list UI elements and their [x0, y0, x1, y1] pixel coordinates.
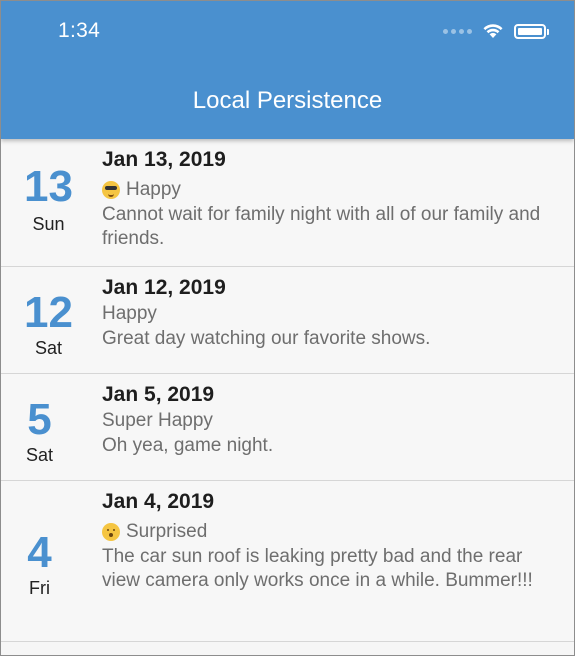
mood-label: Happy [126, 179, 181, 200]
list-item[interactable]: 12 Sat Jan 12, 2019 Happy Great day watc… [1, 267, 574, 374]
list-item[interactable]: 13 Sun Jan 13, 2019 Happy Cannot wait fo… [1, 139, 574, 267]
entry-mood: Happy [102, 178, 564, 202]
day-name: Sat [34, 338, 63, 358]
entry-date: Jan 12, 2019 [102, 276, 226, 299]
battery-icon [514, 23, 549, 39]
mood-label: Surprised [126, 521, 208, 542]
day-number: 4 [27, 528, 52, 577]
entry-content: Jan 12, 2019 Happy Great day watching ou… [102, 273, 564, 351]
day-number: 13 [24, 162, 73, 211]
mood-label: Happy [102, 303, 157, 324]
entry-note: Oh yea, game night. [102, 435, 274, 456]
list-item[interactable]: 5 Sat Jan 5, 2019 Super Happy Oh yea, ga… [1, 374, 574, 481]
app-screen: 1:34 Local Persistence 13 Sun Jan 13, 20… [0, 0, 575, 656]
day-number: 12 [24, 288, 73, 337]
page-title: Local Persistence [192, 87, 383, 114]
day-name: Sun [32, 214, 65, 234]
entry-note: Cannot wait for family night with all of… [102, 204, 541, 249]
day-name: Fri [29, 578, 50, 598]
status-icons [443, 23, 549, 39]
date-column: 12 Sat [1, 267, 101, 373]
date-column: 4 Fri [1, 481, 101, 641]
list-item[interactable]: 4 Fri Jan 4, 2019 Surprised The car sun … [1, 481, 574, 642]
app-bar: 1:34 Local Persistence [1, 1, 574, 139]
day-name: Sat [25, 445, 54, 465]
entry-mood: Surprised [102, 520, 564, 544]
entry-content: Jan 4, 2019 Surprised The car sun roof i… [102, 487, 564, 593]
surprised-emoji-icon [102, 523, 120, 541]
wifi-icon [483, 24, 503, 38]
entry-mood: Happy [102, 302, 564, 326]
date-column: 5 Sat [1, 374, 101, 480]
entry-mood: Super Happy [102, 409, 564, 433]
entry-content: Jan 5, 2019 Super Happy Oh yea, game nig… [102, 380, 564, 458]
day-number: 5 [27, 395, 52, 444]
mood-label: Super Happy [102, 410, 213, 431]
entry-date: Jan 13, 2019 [102, 148, 226, 171]
entry-date: Jan 4, 2019 [102, 490, 215, 513]
entry-content: Jan 13, 2019 Happy Cannot wait for famil… [102, 145, 564, 251]
cellular-signal-icon [443, 28, 472, 34]
status-time: 1:34 [58, 19, 101, 42]
entry-note: Great day watching our favorite shows. [102, 328, 431, 349]
entries-list[interactable]: 13 Sun Jan 13, 2019 Happy Cannot wait fo… [1, 139, 574, 642]
sunglasses-emoji-icon [102, 181, 120, 199]
entry-note: The car sun roof is leaking pretty bad a… [102, 546, 533, 591]
entry-date: Jan 5, 2019 [102, 383, 215, 406]
date-column: 13 Sun [1, 139, 101, 266]
